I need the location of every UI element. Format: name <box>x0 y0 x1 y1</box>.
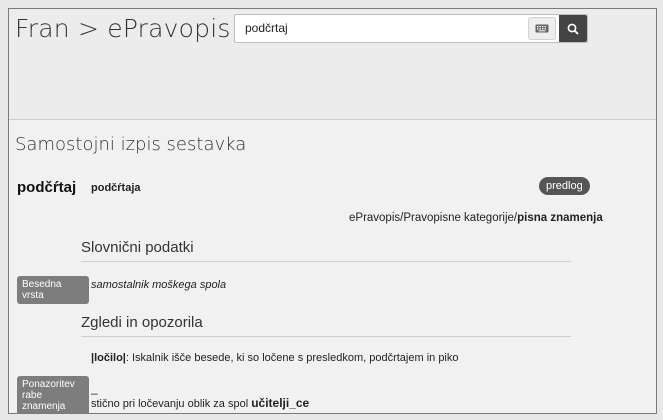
examples-heading: Zgledi in opozorila <box>81 314 571 337</box>
section-title: Samostojni izpis sestavka <box>15 134 247 155</box>
usage-prefix: stično pri ločevanju oblik za spol <box>91 398 252 410</box>
example-note-tag: |ločilo| <box>91 352 126 364</box>
search-input[interactable] <box>235 15 525 40</box>
category-badge: predlog <box>539 177 590 195</box>
keyboard-button[interactable] <box>528 17 556 40</box>
grammar-heading: Slovnični podatki <box>81 239 571 262</box>
usage-text: stično pri ločevanju oblik za spol učite… <box>91 396 309 410</box>
breadcrumb-current[interactable]: pisna znamenja <box>517 212 603 224</box>
breadcrumb[interactable]: ePravopis/Pravopisne kategorije/pisna zn… <box>349 212 603 224</box>
headword-form: podčŕtaja <box>91 182 141 194</box>
page-frame: Fran > ePravopis podčrtaj Samostojni izp… <box>8 8 657 414</box>
example-note: |ločilo|: Iskalnik išče besede, ki so lo… <box>91 352 459 364</box>
breadcrumb-path[interactable]: ePravopis/Pravopisne kategorije/ <box>349 212 517 224</box>
search-button[interactable] <box>559 15 587 42</box>
keyboard-icon <box>535 24 549 33</box>
search-icon <box>567 23 579 35</box>
usage-label: Ponazoritev rabe znamenja <box>17 376 89 413</box>
usage-example: učitelji_ce <box>251 396 310 410</box>
site-brand[interactable]: Fran > ePravopis <box>15 14 231 43</box>
usage-symbol: _ <box>91 381 98 395</box>
word-class-value: samostalnik moškega spola <box>91 279 227 291</box>
word-class-label: Besedna vrsta <box>17 276 89 304</box>
headword: podčŕtaj <box>17 179 77 196</box>
search-bar <box>234 14 588 43</box>
site-header: Fran > ePravopis <box>9 9 656 120</box>
example-note-text: : Iskalnik išče besede, ki so ločene s p… <box>125 352 459 364</box>
